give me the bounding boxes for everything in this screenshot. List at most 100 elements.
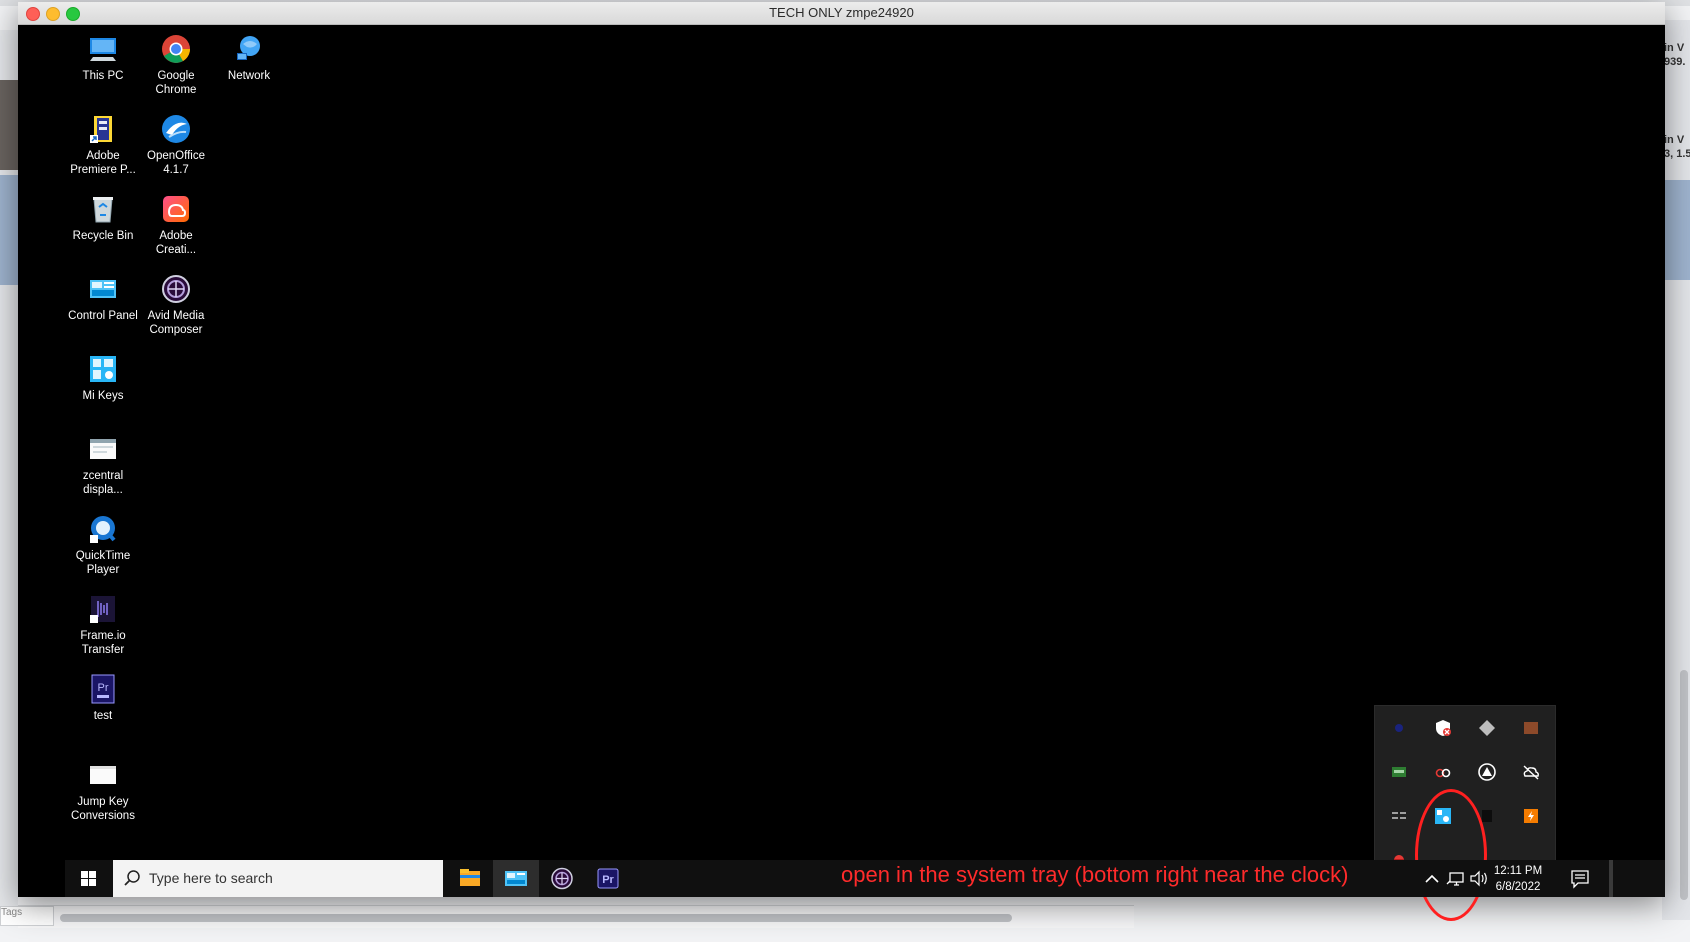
frameio-icon [90,596,115,623]
windows-logo-icon [81,871,96,886]
volume-icon [1470,870,1487,887]
desktop-icon-google-chrome[interactable]: Google Chrome [140,33,212,97]
taskbar-premiere-pro[interactable]: Pr [585,860,631,897]
control-panel-icon [505,871,527,886]
avid-icon [551,867,573,890]
premiere-shortcut-icon [90,116,112,143]
file-explorer-icon [460,869,480,886]
document-icon [90,766,116,784]
desktop-icon-label: Network [227,70,271,82]
desktop-icon-quicktime[interactable]: QuickTime Player [67,513,139,577]
desktop-icon-label: Jump Key Conversions [71,796,135,822]
creative-cloud-icon [163,196,189,222]
minimize-window-button[interactable] [46,7,60,21]
premiere-icon: Pr [597,868,619,889]
chevron-up-icon [1425,874,1439,883]
desktop-icon-label: Mi Keys [82,390,124,402]
premiere-glyph: Pr [602,874,614,886]
notification-icon [1571,870,1589,889]
vertical-scrollbar[interactable] [1680,670,1688,900]
tray-red-link-icon[interactable] [1433,762,1453,782]
tray-green-icon[interactable] [1389,762,1409,782]
horizontal-scrollbar[interactable] [60,914,1012,922]
clock-date: 6/8/2022 [1495,881,1541,893]
tray-brown-icon[interactable] [1521,718,1541,738]
tray-blue-dot-icon[interactable] [1389,718,1409,738]
taskbar-avid-media-composer[interactable] [539,860,585,897]
desktop-icon-label: Google Chrome [155,70,197,96]
quicktime-icon [90,516,116,543]
background-right-text: in V [1664,134,1685,146]
desktop-icon-label: Frame.io Transfer [80,630,126,656]
desktop-icon-label: This PC [82,70,124,82]
search-placeholder: Type here to search [149,870,273,886]
computer-icon [90,38,116,61]
desktop-icon-jump-key-conversions[interactable]: Jump Key Conversions [67,759,139,823]
taskbar-search-box[interactable]: Type here to search [113,860,443,897]
tray-shield-icon[interactable] [1433,718,1453,738]
network-monitor-icon [1446,872,1464,886]
annotation-text: open in the system tray (bottom right ne… [841,862,1349,887]
desktop-icon-network[interactable]: Network [213,33,285,83]
desktop-icon-label: test [93,710,113,722]
chrome-icon [162,35,190,63]
taskbar-file-explorer[interactable] [447,860,493,897]
background-right-text: in V [1664,42,1685,54]
control-panel-icon [90,280,116,298]
desktop-icon-label: Adobe Creati... [155,230,197,256]
desktop-icon-label: QuickTime Player [75,550,131,576]
tray-cloud-off-icon[interactable] [1521,762,1541,782]
premiere-project-icon: Pr [91,674,115,704]
remote-desktop-window: TECH ONLY zmpe24920 This PC Google Chrom… [18,2,1665,921]
desktop-icon-label: Adobe Premiere P... [70,150,136,176]
clock-time: 12:11 PM [1493,865,1543,877]
search-icon [124,870,140,886]
window-titlebar[interactable]: TECH ONLY zmpe24920 [18,2,1665,25]
network-tray-button[interactable] [1445,860,1467,897]
show-desktop-button[interactable] [1609,860,1613,897]
premiere-project-glyph: Pr [98,682,109,694]
background-right-text: 939. [1664,56,1686,68]
background-left-thumbnail [0,80,18,170]
desktop-icon-label: zcentral displa... [82,470,124,496]
tray-orange-icon[interactable] [1521,806,1541,826]
network-icon [237,36,260,60]
tray-keys-icon[interactable] [1389,806,1409,826]
desktop-icon-test[interactable]: Pr test [67,673,139,723]
start-button[interactable] [65,860,111,897]
desktop-icon-adobe-creative-cloud[interactable]: Adobe Creati... [140,193,212,257]
recycle-bin-icon [93,197,113,223]
windows-taskbar: Type here to search Pr open in the syste… [65,860,1665,897]
windows-desktop: This PC Google Chrome Network Adobe Prem… [18,25,1665,921]
action-center-button[interactable] [1565,860,1595,897]
show-hidden-icons-button[interactable] [1422,860,1442,897]
mi-keys-icon [90,356,116,382]
desktop-icon-avid-media-composer[interactable]: Avid Media Composer [140,273,212,337]
desktop-icon-label: Avid Media Composer [147,310,205,336]
volume-tray-button[interactable] [1468,860,1490,897]
tray-diamond-icon[interactable] [1477,718,1497,738]
desktop-icon-this-pc[interactable]: This PC [67,33,139,83]
close-window-button[interactable] [26,7,40,21]
desktop-icon-frameio[interactable]: Frame.io Transfer [67,593,139,657]
desktop-icon-mi-keys[interactable]: Mi Keys [67,353,139,403]
desktop-icon-adobe-premiere[interactable]: Adobe Premiere P... [67,113,139,177]
background-right-selection [1662,180,1690,280]
desktop-icon-openoffice[interactable]: OpenOffice 4.1.7 [140,113,212,177]
taskbar-clock[interactable]: 12:11 PM 6/8/2022 [1488,863,1548,895]
desktop-icon-label: Recycle Bin [72,230,134,242]
tags-field[interactable]: Tags [0,906,54,926]
openoffice-icon [162,115,190,143]
desktop-icon-control-panel[interactable]: Control Panel [67,273,139,323]
desktop-icon-zcentral[interactable]: zcentral displa... [67,433,139,497]
taskbar-control-panel[interactable] [493,860,539,897]
desktop-icon-label: OpenOffice 4.1.7 [147,150,205,176]
background-left-selection [0,175,18,285]
background-right-text: 3, 1.5 [1664,148,1690,160]
window-title: TECH ONLY zmpe24920 [769,5,914,20]
tray-up-arrow-icon[interactable] [1477,762,1497,782]
desktop-icon-label: Control Panel [68,310,138,322]
fullscreen-window-button[interactable] [66,7,80,21]
desktop-icon-recycle-bin[interactable]: Recycle Bin [67,193,139,243]
annotation-circle [1415,789,1487,921]
